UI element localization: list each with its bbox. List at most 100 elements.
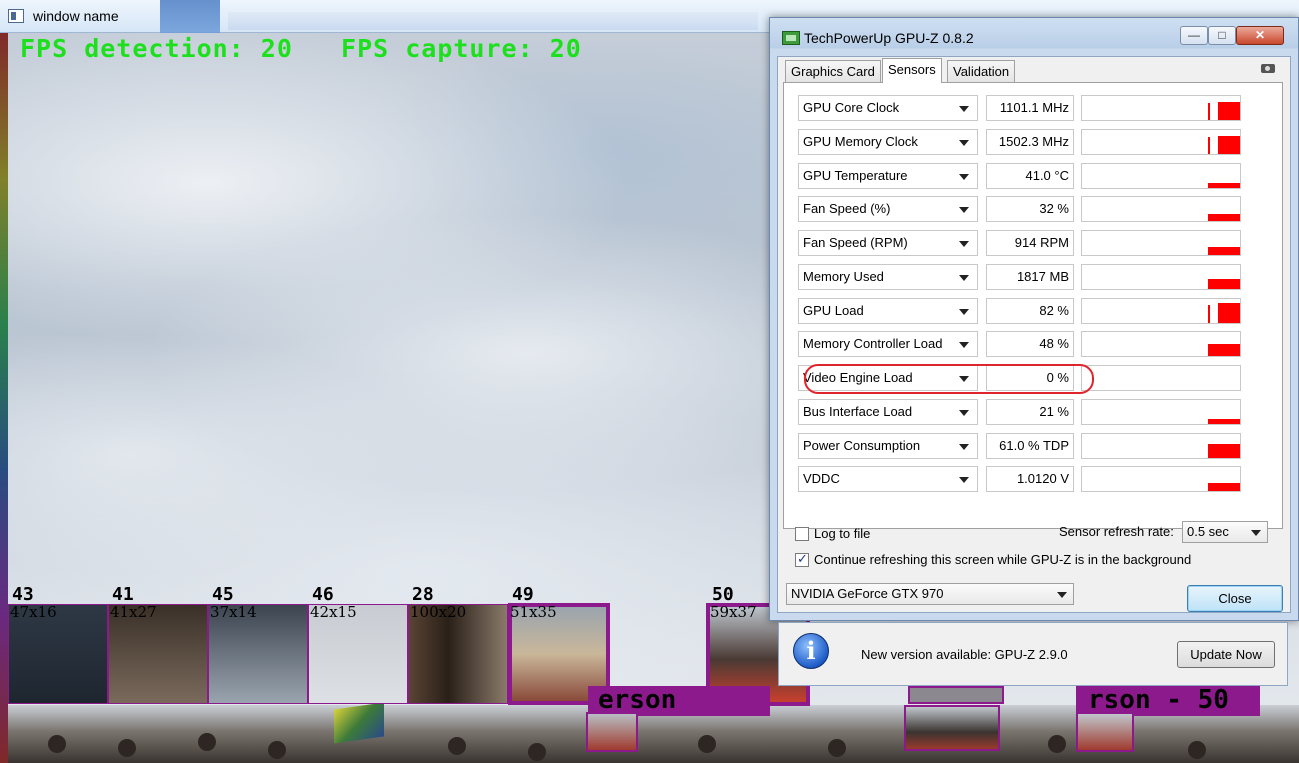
gpu-select-value: NVIDIA GeForce GTX 970 bbox=[791, 586, 944, 601]
chevron-down-icon bbox=[959, 309, 969, 315]
chevron-down-icon bbox=[959, 444, 969, 450]
minimize-icon: — bbox=[1188, 28, 1200, 42]
gpu-load-highlight-annotation bbox=[804, 364, 1094, 394]
close-button[interactable]: Close bbox=[1187, 585, 1283, 612]
sensor-graph bbox=[1081, 433, 1241, 459]
background-menu-strip bbox=[228, 12, 758, 30]
thumbnail-size: 42x15 bbox=[310, 603, 357, 621]
sensor-name-dropdown[interactable]: GPU Core Clock bbox=[798, 95, 978, 121]
camera-icon[interactable] bbox=[1261, 64, 1275, 73]
minimize-button[interactable]: — bbox=[1180, 26, 1208, 45]
detection-label: rson - 50 bbox=[1088, 685, 1229, 715]
sensor-name-label: GPU Temperature bbox=[803, 168, 908, 183]
sensor-graph bbox=[1081, 331, 1241, 357]
sensor-name-dropdown[interactable]: Memory Controller Load bbox=[798, 331, 978, 357]
gpuz-window: TechPowerUp GPU-Z 0.8.2 — □ ✕ Graphics C… bbox=[769, 17, 1299, 621]
sensor-value: 1.0120 V bbox=[986, 466, 1074, 492]
sensor-graph bbox=[1081, 365, 1241, 391]
sensor-graph bbox=[1081, 298, 1241, 324]
flag-image bbox=[334, 702, 384, 744]
sensor-graph-bar bbox=[1218, 136, 1240, 154]
sensor-row: GPU Core Clock 1101.1 MHz bbox=[798, 95, 1241, 121]
sensor-name-label: Memory Used bbox=[803, 269, 884, 284]
sensor-graph-spike bbox=[1212, 445, 1214, 458]
sensor-value: 82 % bbox=[986, 298, 1074, 324]
gpuz-window-title: TechPowerUp GPU-Z 0.8.2 bbox=[804, 30, 974, 46]
sensor-graph-spike bbox=[1212, 184, 1214, 188]
sensor-graph-spike bbox=[1212, 214, 1214, 221]
sensor-name-label: Memory Controller Load bbox=[803, 336, 943, 351]
sensor-name-dropdown[interactable]: GPU Load bbox=[798, 298, 978, 324]
continue-refresh-checkbox[interactable] bbox=[795, 551, 809, 567]
sensor-row: GPU Memory Clock 1502.3 MHz bbox=[798, 129, 1241, 155]
sensor-name-label: GPU Memory Clock bbox=[803, 134, 918, 149]
sensor-graph bbox=[1081, 230, 1241, 256]
chevron-down-icon bbox=[959, 106, 969, 112]
left-edge-strip bbox=[0, 33, 8, 763]
sensor-name-dropdown[interactable]: Power Consumption bbox=[798, 433, 978, 459]
sensor-name-label: Bus Interface Load bbox=[803, 404, 913, 419]
sensor-graph bbox=[1081, 466, 1241, 492]
chevron-down-icon bbox=[959, 207, 969, 213]
thumbnail-id: 41 bbox=[112, 584, 134, 605]
detection-box bbox=[1076, 712, 1134, 752]
chevron-down-icon bbox=[959, 410, 969, 416]
sensor-value: 48 % bbox=[986, 331, 1074, 357]
tab-sensors[interactable]: Sensors bbox=[882, 58, 942, 83]
chevron-down-icon bbox=[959, 342, 969, 348]
sensors-panel: GPU Core Clock 1101.1 MHz GPU Memory Clock… bbox=[783, 82, 1283, 543]
background-taskbar-strip bbox=[160, 0, 220, 33]
detection-box bbox=[904, 705, 1000, 751]
sensor-graph-spike bbox=[1212, 419, 1214, 424]
sensor-graph-spike bbox=[1212, 280, 1214, 289]
sensor-name-label: GPU Load bbox=[803, 303, 864, 318]
background-window-title: window name bbox=[33, 8, 119, 24]
sensor-name-label: Fan Speed (%) bbox=[803, 201, 891, 216]
thumbnail-size: 37x14 bbox=[210, 603, 257, 621]
refresh-rate-value: 0.5 sec bbox=[1187, 524, 1229, 539]
sensor-name-dropdown[interactable]: GPU Temperature bbox=[798, 163, 978, 189]
gpu-select[interactable]: NVIDIA GeForce GTX 970 bbox=[786, 583, 1074, 605]
sensor-graph-bar bbox=[1218, 303, 1240, 323]
sensor-graph-spike bbox=[1208, 305, 1210, 323]
thumbnail-id: 45 bbox=[212, 584, 234, 605]
sensor-graph-spike bbox=[1212, 345, 1214, 356]
sensor-name-dropdown[interactable]: Fan Speed (RPM) bbox=[798, 230, 978, 256]
thumbnail-size: 41x27 bbox=[110, 603, 157, 621]
sensor-row: Power Consumption 61.0 % TDP bbox=[798, 433, 1241, 459]
sensor-value: 61.0 % TDP bbox=[986, 433, 1074, 459]
sensor-name-dropdown[interactable]: Fan Speed (%) bbox=[798, 196, 978, 222]
update-now-button[interactable]: Update Now bbox=[1177, 641, 1275, 668]
maximize-button[interactable]: □ bbox=[1208, 26, 1236, 45]
sensor-graph-spike bbox=[1208, 103, 1210, 120]
sensor-row: Bus Interface Load 21 % bbox=[798, 399, 1241, 425]
sensor-graph bbox=[1081, 129, 1241, 155]
tab-validation[interactable]: Validation bbox=[947, 60, 1016, 82]
sensor-name-dropdown[interactable]: GPU Memory Clock bbox=[798, 129, 978, 155]
sensor-name-dropdown[interactable]: VDDC bbox=[798, 466, 978, 492]
sensor-name-dropdown[interactable]: Bus Interface Load bbox=[798, 399, 978, 425]
thumbnail-size: 51x35 bbox=[510, 603, 557, 621]
sensor-graph-spike bbox=[1212, 483, 1214, 491]
detection-label: erson bbox=[598, 685, 677, 715]
update-notification-bar: New version available: GPU-Z 2.9.0 Updat… bbox=[778, 622, 1288, 686]
sensor-value: 1502.3 MHz bbox=[986, 129, 1074, 155]
sensor-name-label: VDDC bbox=[803, 471, 840, 486]
sensor-row: VDDC 1.0120 V bbox=[798, 466, 1241, 492]
info-icon: i bbox=[793, 633, 829, 669]
refresh-rate-select[interactable]: 0.5 sec bbox=[1182, 521, 1268, 543]
sensor-value: 32 % bbox=[986, 196, 1074, 222]
sensor-graph bbox=[1081, 399, 1241, 425]
sensor-row: Fan Speed (RPM) 914 RPM bbox=[798, 230, 1241, 256]
chevron-down-icon bbox=[1057, 592, 1067, 598]
sensor-value: 1817 MB bbox=[986, 264, 1074, 290]
detection-box bbox=[586, 712, 638, 752]
tab-graphics-card[interactable]: Graphics Card bbox=[785, 60, 881, 82]
log-to-file-checkbox[interactable] bbox=[795, 527, 809, 541]
thumbnail-id: 43 bbox=[12, 584, 34, 605]
window-app-icon bbox=[8, 9, 24, 23]
window-close-button[interactable]: ✕ bbox=[1236, 26, 1284, 45]
maximize-icon: □ bbox=[1218, 28, 1226, 42]
gpuz-titlebar[interactable]: TechPowerUp GPU-Z 0.8.2 — □ ✕ bbox=[770, 18, 1298, 56]
sensor-name-dropdown[interactable]: Memory Used bbox=[798, 264, 978, 290]
